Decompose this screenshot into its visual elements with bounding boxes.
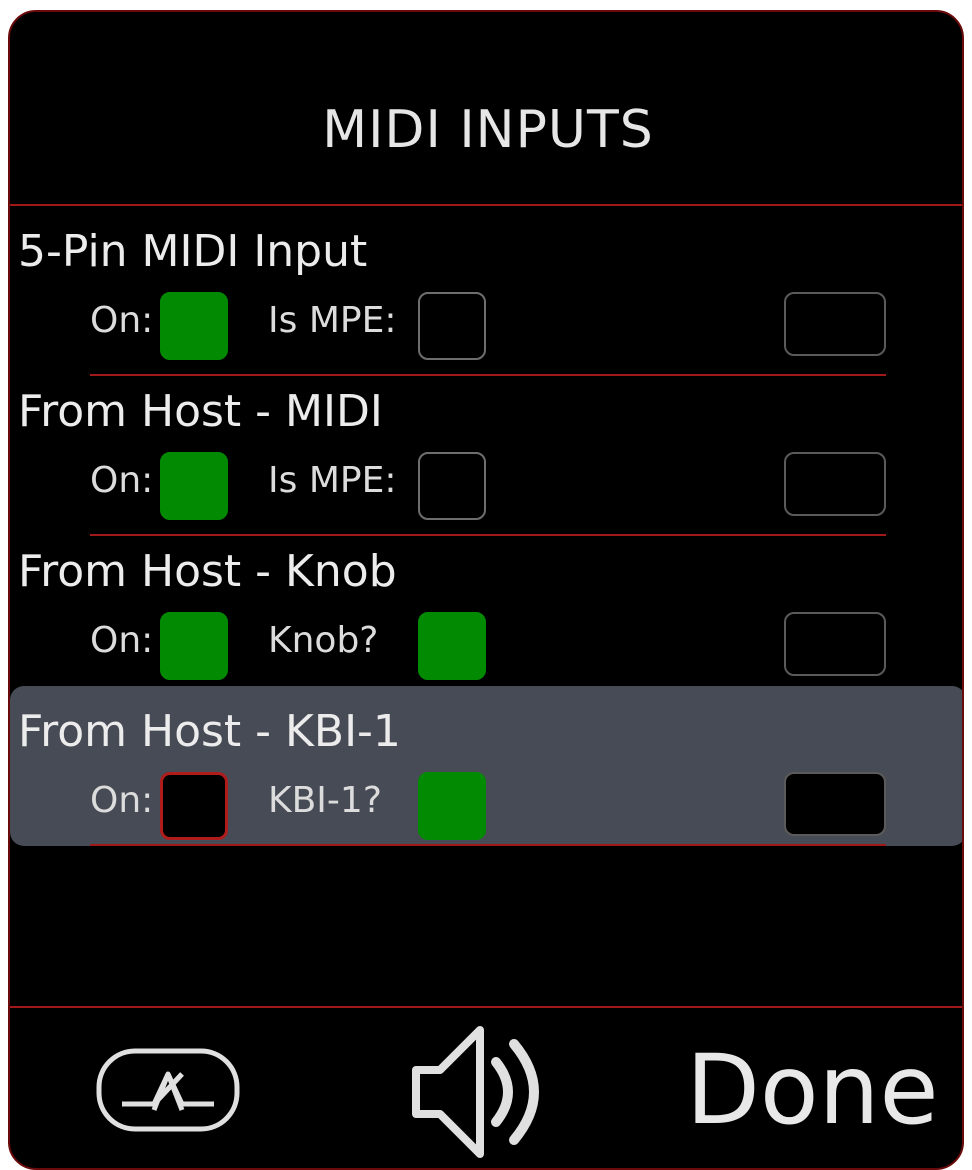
- page-title: MIDI INPUTS: [322, 100, 654, 160]
- input-row-5pin[interactable]: 5-Pin MIDI Input On: Is MPE:: [10, 216, 962, 376]
- knob-checkbox[interactable]: [418, 612, 486, 680]
- input-name: From Host - Knob: [18, 546, 397, 597]
- input-row-host-midi[interactable]: From Host - MIDI On: Is MPE:: [10, 376, 962, 536]
- speaker-icon: [412, 1026, 539, 1158]
- bluetooth-button[interactable]: [96, 1048, 240, 1132]
- input-row-host-knob[interactable]: From Host - Knob On: Knob?: [10, 536, 962, 696]
- mpe-checkbox[interactable]: [418, 292, 486, 360]
- knob-label: Knob?: [268, 620, 379, 661]
- kbi1-checkbox[interactable]: [418, 772, 486, 840]
- on-checkbox[interactable]: [160, 612, 228, 680]
- status-indicator[interactable]: [784, 612, 886, 676]
- input-name: 5-Pin MIDI Input: [18, 226, 368, 277]
- status-indicator[interactable]: [784, 772, 886, 836]
- midi-inputs-panel: MIDI INPUTS 5-Pin MIDI Input On: Is MPE:…: [8, 10, 964, 1170]
- kbi1-label: KBI-1?: [268, 780, 382, 821]
- on-checkbox[interactable]: [160, 772, 228, 840]
- status-indicator[interactable]: [784, 292, 886, 356]
- row-divider: [90, 844, 886, 846]
- on-label: On:: [90, 300, 154, 341]
- footer-divider: [10, 1006, 962, 1008]
- on-checkbox[interactable]: [160, 452, 228, 520]
- input-row-host-kbi1[interactable]: From Host - KBI-1 On: KBI-1?: [10, 686, 962, 846]
- on-label: On:: [90, 620, 154, 661]
- done-button[interactable]: Done: [686, 1034, 939, 1146]
- on-label: On:: [90, 780, 154, 821]
- on-checkbox[interactable]: [160, 292, 228, 360]
- input-name: From Host - KBI-1: [18, 706, 401, 757]
- input-name: From Host - MIDI: [18, 386, 383, 437]
- bluetooth-icon: [96, 1048, 240, 1132]
- mpe-label: Is MPE:: [268, 300, 397, 341]
- mpe-label: Is MPE:: [268, 460, 397, 501]
- status-indicator[interactable]: [784, 452, 886, 516]
- header-divider: [10, 204, 962, 206]
- mpe-checkbox[interactable]: [418, 452, 486, 520]
- on-label: On:: [90, 460, 154, 501]
- speaker-button[interactable]: [410, 1022, 550, 1162]
